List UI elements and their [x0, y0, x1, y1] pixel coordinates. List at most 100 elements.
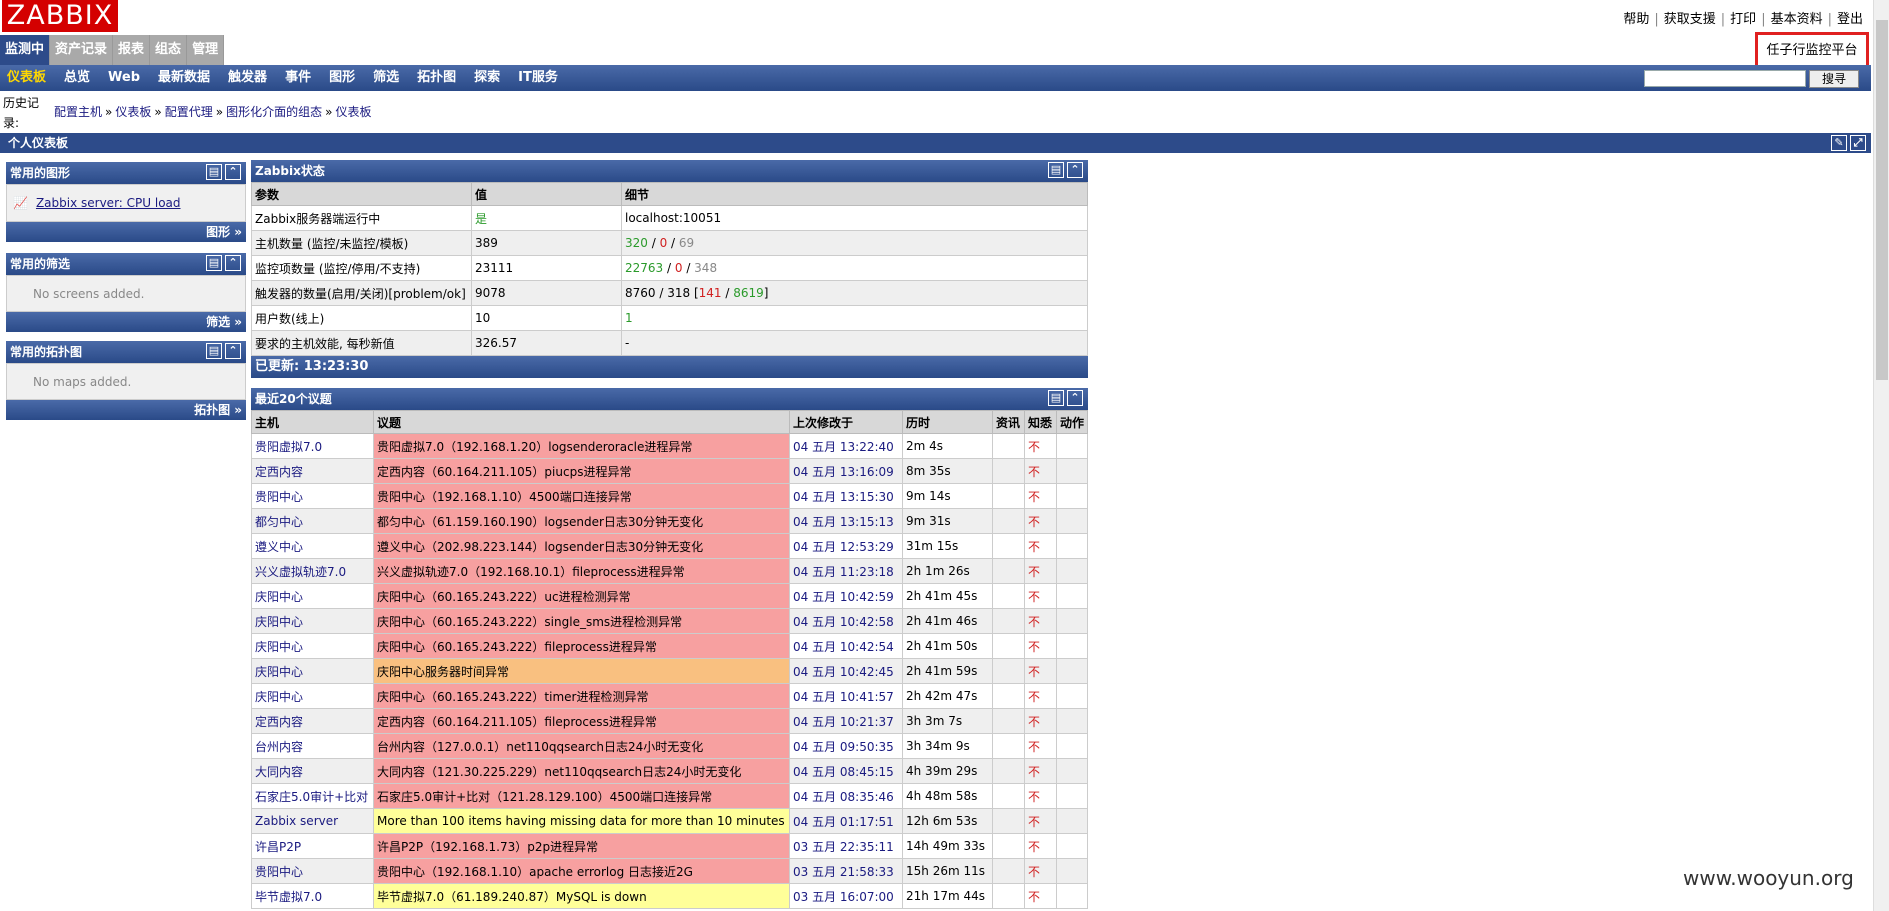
- host-link[interactable]: 定西内容: [255, 465, 303, 479]
- menu-icon[interactable]: ▤: [206, 255, 222, 271]
- time-link[interactable]: 03 五月 21:58:33: [793, 865, 894, 879]
- menu-icon[interactable]: ▤: [206, 164, 222, 180]
- ack-link[interactable]: 不: [1028, 665, 1040, 679]
- vertical-scrollbar[interactable]: [1873, 0, 1889, 911]
- time-link[interactable]: 04 五月 08:35:46: [793, 790, 894, 804]
- ack-link[interactable]: 不: [1028, 790, 1040, 804]
- print-link[interactable]: 打印: [1730, 12, 1756, 27]
- ack-link[interactable]: 不: [1028, 715, 1040, 729]
- ack-link[interactable]: 不: [1028, 640, 1040, 654]
- wrench-icon[interactable]: ✎: [1831, 135, 1847, 151]
- breadcrumb-link[interactable]: 仪表板: [335, 105, 371, 119]
- submenu-maps[interactable]: 拓扑图: [410, 65, 467, 91]
- search-input[interactable]: [1644, 70, 1806, 87]
- submenu-graphs[interactable]: 图形: [322, 65, 366, 91]
- logout-link[interactable]: 登出: [1837, 12, 1863, 27]
- menu-configuration[interactable]: 组态: [150, 35, 188, 65]
- support-link[interactable]: 获取支援: [1664, 12, 1716, 27]
- breadcrumb-link[interactable]: 配置主机: [54, 105, 102, 119]
- host-link[interactable]: 许昌P2P: [255, 840, 301, 854]
- host-link[interactable]: 贵阳中心: [255, 865, 303, 879]
- time-link[interactable]: 04 五月 01:17:51: [793, 815, 894, 829]
- submenu-overview[interactable]: 总览: [57, 65, 101, 91]
- help-link[interactable]: 帮助: [1623, 12, 1649, 27]
- time-link[interactable]: 04 五月 13:15:30: [793, 490, 894, 504]
- submenu-web[interactable]: Web: [101, 65, 151, 91]
- screens-footer-link[interactable]: 筛选 »: [6, 312, 246, 332]
- host-link[interactable]: 定西内容: [255, 715, 303, 729]
- submenu-events[interactable]: 事件: [278, 65, 322, 91]
- ack-link[interactable]: 不: [1028, 690, 1040, 704]
- ack-link[interactable]: 不: [1028, 815, 1040, 829]
- menu-icon[interactable]: ▤: [206, 343, 222, 359]
- breadcrumb-link[interactable]: 图形化介面的组态: [226, 105, 322, 119]
- menu-inventory[interactable]: 资产记录: [50, 35, 114, 65]
- host-link[interactable]: 庆阳中心: [255, 615, 303, 629]
- time-link[interactable]: 04 五月 10:41:57: [793, 690, 894, 704]
- menu-reports[interactable]: 报表: [113, 35, 151, 65]
- time-link[interactable]: 04 五月 10:21:37: [793, 715, 894, 729]
- collapse-icon[interactable]: ⌃: [225, 255, 241, 271]
- time-link[interactable]: 04 五月 09:50:35: [793, 740, 894, 754]
- host-link[interactable]: 大同内容: [255, 765, 303, 779]
- host-link[interactable]: 贵阳中心: [255, 490, 303, 504]
- time-link[interactable]: 04 五月 10:42:54: [793, 640, 894, 654]
- collapse-icon[interactable]: ⌃: [1067, 390, 1083, 406]
- ack-link[interactable]: 不: [1028, 490, 1040, 504]
- host-link[interactable]: 庆阳中心: [255, 665, 303, 679]
- maps-footer-link[interactable]: 拓扑图 »: [6, 400, 246, 420]
- menu-icon[interactable]: ▤: [1048, 162, 1064, 178]
- submenu-screens[interactable]: 筛选: [366, 65, 410, 91]
- menu-monitoring[interactable]: 监测中: [0, 35, 51, 65]
- menu-administration[interactable]: 管理: [187, 35, 225, 65]
- ack-link[interactable]: 不: [1028, 740, 1040, 754]
- collapse-icon[interactable]: ⌃: [1067, 162, 1083, 178]
- time-link[interactable]: 04 五月 10:42:58: [793, 615, 894, 629]
- ack-link[interactable]: 不: [1028, 540, 1040, 554]
- host-link[interactable]: 贵阳虚拟7.0: [255, 440, 322, 454]
- host-link[interactable]: 遵义中心: [255, 540, 303, 554]
- host-link[interactable]: 石家庄5.0审计+比对: [255, 790, 368, 804]
- host-link[interactable]: Zabbix server: [255, 814, 338, 828]
- breadcrumb-link[interactable]: 配置代理: [165, 105, 213, 119]
- fullscreen-icon[interactable]: ⤢: [1850, 135, 1866, 151]
- submenu-latest-data[interactable]: 最新数据: [151, 65, 221, 91]
- profile-link[interactable]: 基本资料: [1771, 12, 1823, 27]
- ack-link[interactable]: 不: [1028, 890, 1040, 904]
- time-link[interactable]: 04 五月 13:22:40: [793, 440, 894, 454]
- submenu-triggers[interactable]: 触发器: [221, 65, 278, 91]
- host-link[interactable]: 台州内容: [255, 740, 303, 754]
- time-link[interactable]: 04 五月 13:16:09: [793, 465, 894, 479]
- time-link[interactable]: 04 五月 10:42:45: [793, 665, 894, 679]
- search-button[interactable]: 搜寻: [1809, 70, 1859, 88]
- time-link[interactable]: 03 五月 22:35:11: [793, 840, 894, 854]
- host-link[interactable]: 都匀中心: [255, 515, 303, 529]
- submenu-discovery[interactable]: 探索: [467, 65, 511, 91]
- ack-link[interactable]: 不: [1028, 765, 1040, 779]
- ack-link[interactable]: 不: [1028, 565, 1040, 579]
- ack-link[interactable]: 不: [1028, 590, 1040, 604]
- submenu-it-services[interactable]: IT服务: [511, 65, 569, 91]
- time-link[interactable]: 03 五月 16:07:00: [793, 890, 894, 904]
- time-link[interactable]: 04 五月 08:45:15: [793, 765, 894, 779]
- time-link[interactable]: 04 五月 13:15:13: [793, 515, 894, 529]
- collapse-icon[interactable]: ⌃: [225, 164, 241, 180]
- breadcrumb-link[interactable]: 仪表板: [115, 105, 151, 119]
- menu-icon[interactable]: ▤: [1048, 390, 1064, 406]
- collapse-icon[interactable]: ⌃: [225, 343, 241, 359]
- ack-link[interactable]: 不: [1028, 840, 1040, 854]
- host-link[interactable]: 毕节虚拟7.0: [255, 890, 322, 904]
- ack-link[interactable]: 不: [1028, 615, 1040, 629]
- submenu-dashboard[interactable]: 仪表板: [0, 65, 57, 91]
- time-link[interactable]: 04 五月 12:53:29: [793, 540, 894, 554]
- ack-link[interactable]: 不: [1028, 865, 1040, 879]
- host-link[interactable]: 庆阳中心: [255, 590, 303, 604]
- scrollbar-thumb[interactable]: [1876, 20, 1888, 380]
- host-link[interactable]: 庆阳中心: [255, 690, 303, 704]
- ack-link[interactable]: 不: [1028, 465, 1040, 479]
- graph-link[interactable]: Zabbix server: CPU load: [36, 196, 181, 210]
- host-link[interactable]: 庆阳中心: [255, 640, 303, 654]
- time-link[interactable]: 04 五月 11:23:18: [793, 565, 894, 579]
- ack-link[interactable]: 不: [1028, 515, 1040, 529]
- graphs-footer-link[interactable]: 图形 »: [6, 222, 246, 242]
